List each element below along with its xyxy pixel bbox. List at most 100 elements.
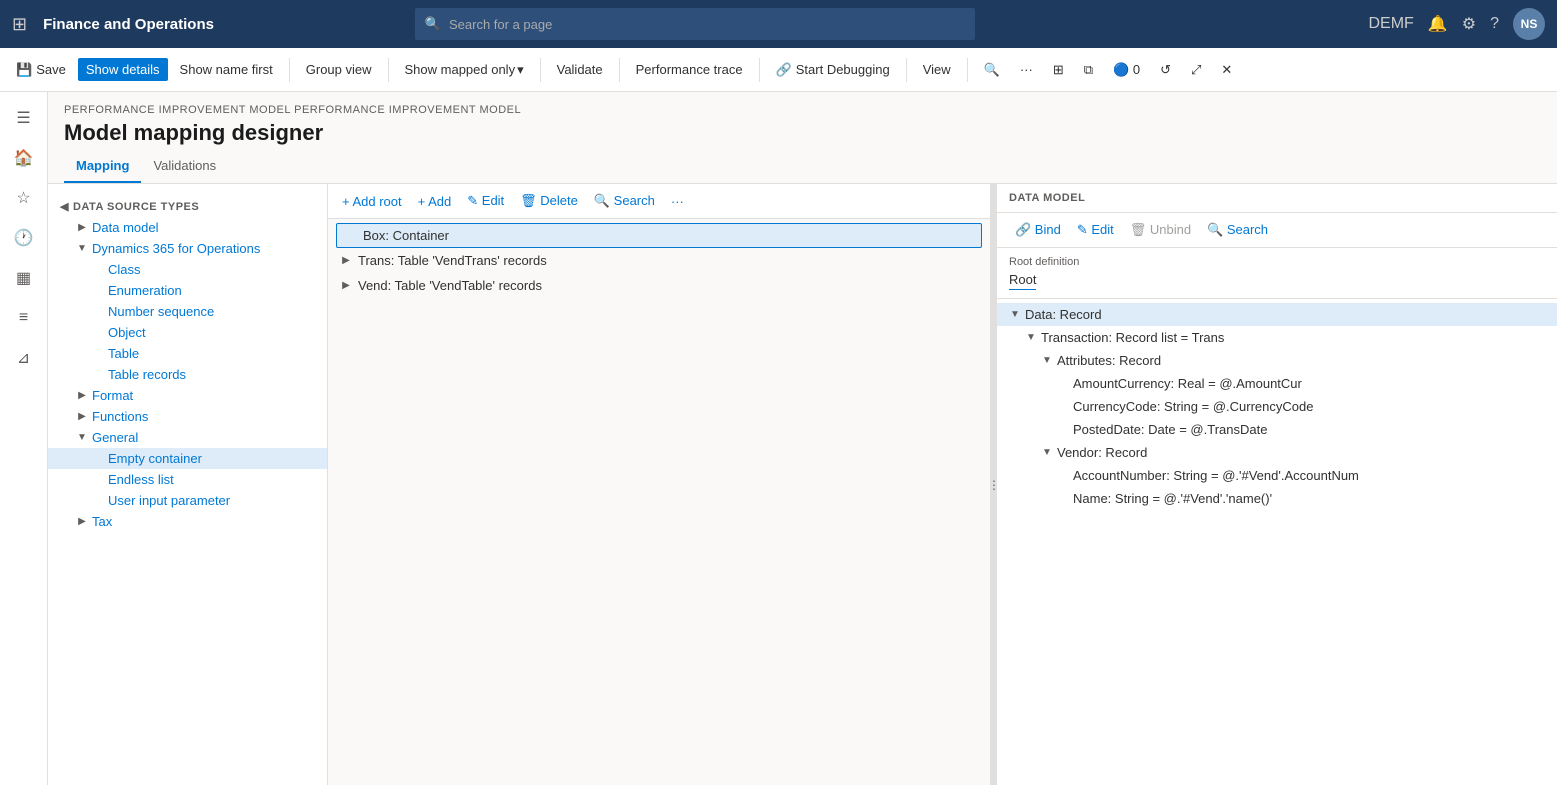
debug-icon: 🔗 — [776, 62, 792, 78]
user-org-label: DEMF — [1369, 15, 1414, 33]
refresh-button[interactable]: ↺ — [1152, 58, 1179, 82]
root-definition-area: Root definition Root — [997, 248, 1557, 299]
show-name-first-button[interactable]: Show name first — [172, 58, 281, 81]
sidebar-navigation: ☰ 🏠 ☆ 🕐 ▦ ≡ ⊿ — [0, 92, 48, 785]
collapse-icon[interactable]: ◀ — [60, 200, 69, 213]
settings-icon[interactable]: ⚙ — [1462, 14, 1476, 34]
left-tree-item[interactable]: Empty container — [48, 448, 327, 469]
open-new-window-button[interactable]: ⧉ — [1076, 58, 1101, 82]
expander-icon: ▼ — [1041, 447, 1053, 458]
data-model-item[interactable]: AccountNumber: String = @.'#Vend'.Accoun… — [997, 464, 1557, 487]
data-source-item[interactable]: Box: Container — [336, 223, 982, 248]
data-model-item[interactable]: CurrencyCode: String = @.CurrencyCode — [997, 395, 1557, 418]
edit-dm-button[interactable]: ✎ Edit — [1071, 219, 1120, 241]
left-tree-item[interactable]: Table records — [48, 364, 327, 385]
left-tree-item[interactable]: Endless list — [48, 469, 327, 490]
sidebar-favorites-icon[interactable]: ☆ — [6, 180, 42, 216]
sidebar-modules-icon[interactable]: ▦ — [6, 260, 42, 296]
app-title: Finance and Operations — [43, 16, 214, 33]
search-cmd-button[interactable]: 🔍 — [976, 58, 1008, 82]
expander-icon: ▼ — [1025, 332, 1037, 343]
data-model-item[interactable]: Name: String = @.'#Vend'.'name()' — [997, 487, 1557, 510]
separator-1 — [289, 58, 290, 82]
performance-trace-button[interactable]: Performance trace — [628, 58, 751, 81]
sidebar-home-icon[interactable]: 🏠 — [6, 140, 42, 176]
unbind-button[interactable]: 🗑 Unbind — [1124, 219, 1197, 241]
expander-icon: ▶ — [340, 280, 352, 291]
tabs-bar: Mapping Validations — [48, 150, 1557, 184]
sidebar-recent-icon[interactable]: 🕐 — [6, 220, 42, 256]
data-model-item[interactable]: PostedDate: Date = @.TransDate — [997, 418, 1557, 441]
data-model-item[interactable]: ▼Attributes: Record — [997, 349, 1557, 372]
expander-icon: ▶ — [76, 390, 88, 401]
left-tree-item[interactable]: Class — [48, 259, 327, 280]
left-tree-item[interactable]: ▶Functions — [48, 406, 327, 427]
chevron-down-icon: ▾ — [517, 62, 524, 78]
tab-mapping[interactable]: Mapping — [64, 150, 141, 183]
page-title: Model mapping designer — [64, 120, 1541, 146]
add-root-button[interactable]: + Add root — [336, 191, 408, 212]
bind-button[interactable]: 🔗 Bind — [1009, 219, 1067, 241]
data-model-item[interactable]: AmountCurrency: Real = @.AmountCur — [997, 372, 1557, 395]
grid-view-button[interactable]: ⊞ — [1045, 58, 1072, 82]
help-icon[interactable]: ? — [1490, 15, 1499, 33]
left-tree-item[interactable]: ▼Dynamics 365 for Operations — [48, 238, 327, 259]
data-model-item[interactable]: ▼Transaction: Record list = Trans — [997, 326, 1557, 349]
user-avatar[interactable]: NS — [1513, 8, 1545, 40]
left-tree-item[interactable]: Object — [48, 322, 327, 343]
delete-ds-button[interactable]: 🗑 Delete — [514, 190, 584, 212]
edit-ds-button[interactable]: ✎ Edit — [461, 190, 510, 212]
left-tree-item[interactable]: ▼General — [48, 427, 327, 448]
left-tree-item[interactable]: ▶Tax — [48, 511, 327, 532]
close-button[interactable]: ✕ — [1213, 58, 1240, 82]
data-source-item[interactable]: ▶Vend: Table 'VendTable' records — [328, 273, 990, 298]
content-area: PERFORMANCE IMPROVEMENT MODEL PERFORMANC… — [48, 92, 1557, 785]
notifications-badge-button[interactable]: 🔵 0 — [1105, 58, 1148, 82]
more-button[interactable]: ··· — [1012, 58, 1041, 81]
separator-3 — [540, 58, 541, 82]
separator-7 — [967, 58, 968, 82]
panels-area: ◀ DATA SOURCE TYPES ▶Data model▼Dynamics… — [48, 184, 1557, 785]
sidebar-workspaces-icon[interactable]: ≡ — [6, 300, 42, 336]
left-tree-item[interactable]: User input parameter — [48, 490, 327, 511]
data-sources-panel: + Add root + Add ✎ Edit 🗑 Delete 🔍 Searc… — [328, 184, 991, 785]
data-model-item[interactable]: ▼Vendor: Record — [997, 441, 1557, 464]
global-search-bar[interactable]: 🔍 — [415, 8, 975, 40]
validate-button[interactable]: Validate — [549, 58, 611, 81]
save-button[interactable]: 💾 Save — [8, 58, 74, 82]
expander-icon: ▶ — [340, 255, 352, 266]
expander-icon: ▼ — [76, 432, 88, 443]
top-navigation: ⊞ Finance and Operations 🔍 DEMF 🔔 ⚙ ? NS — [0, 0, 1557, 48]
sidebar-menu-toggle[interactable]: ☰ — [6, 100, 42, 136]
start-debugging-button[interactable]: 🔗 Start Debugging — [768, 58, 898, 82]
show-mapped-only-button[interactable]: Show mapped only ▾ — [397, 58, 532, 82]
more-ds-button[interactable]: ··· — [665, 191, 690, 212]
grid-icon[interactable]: ⊞ — [12, 14, 27, 35]
data-source-types-panel: ◀ DATA SOURCE TYPES ▶Data model▼Dynamics… — [48, 184, 328, 785]
group-view-button[interactable]: Group view — [298, 58, 380, 81]
left-tree-item[interactable]: Enumeration — [48, 280, 327, 301]
expand-button[interactable]: ⤢ — [1183, 58, 1209, 82]
left-tree-item[interactable]: ▶Format — [48, 385, 327, 406]
search-dm-button[interactable]: 🔍 Search — [1201, 219, 1274, 241]
data-source-types-tree: ▶Data model▼Dynamics 365 for OperationsC… — [48, 217, 327, 532]
data-model-header: DATA MODEL — [997, 184, 1557, 213]
view-button[interactable]: View — [915, 58, 959, 81]
data-source-item[interactable]: ▶Trans: Table 'VendTrans' records — [328, 248, 990, 273]
show-details-button[interactable]: Show details — [78, 58, 168, 81]
sidebar-filter-icon[interactable]: ⊿ — [6, 340, 42, 376]
global-search-input[interactable] — [449, 17, 965, 32]
separator-4 — [619, 58, 620, 82]
save-icon: 💾 — [16, 62, 32, 78]
left-tree-item[interactable]: ▶Data model — [48, 217, 327, 238]
left-tree-item[interactable]: Table — [48, 343, 327, 364]
breadcrumb-area: PERFORMANCE IMPROVEMENT MODEL PERFORMANC… — [48, 92, 1557, 150]
expander-icon: ▼ — [1009, 309, 1021, 320]
notification-icon[interactable]: 🔔 — [1428, 14, 1448, 34]
search-ds-button[interactable]: 🔍 Search — [588, 190, 661, 212]
breadcrumb: PERFORMANCE IMPROVEMENT MODEL PERFORMANC… — [64, 104, 1541, 116]
tab-validations[interactable]: Validations — [141, 150, 228, 183]
left-tree-item[interactable]: Number sequence — [48, 301, 327, 322]
add-button[interactable]: + Add — [412, 191, 458, 212]
data-model-item[interactable]: ▼Data: Record — [997, 303, 1557, 326]
